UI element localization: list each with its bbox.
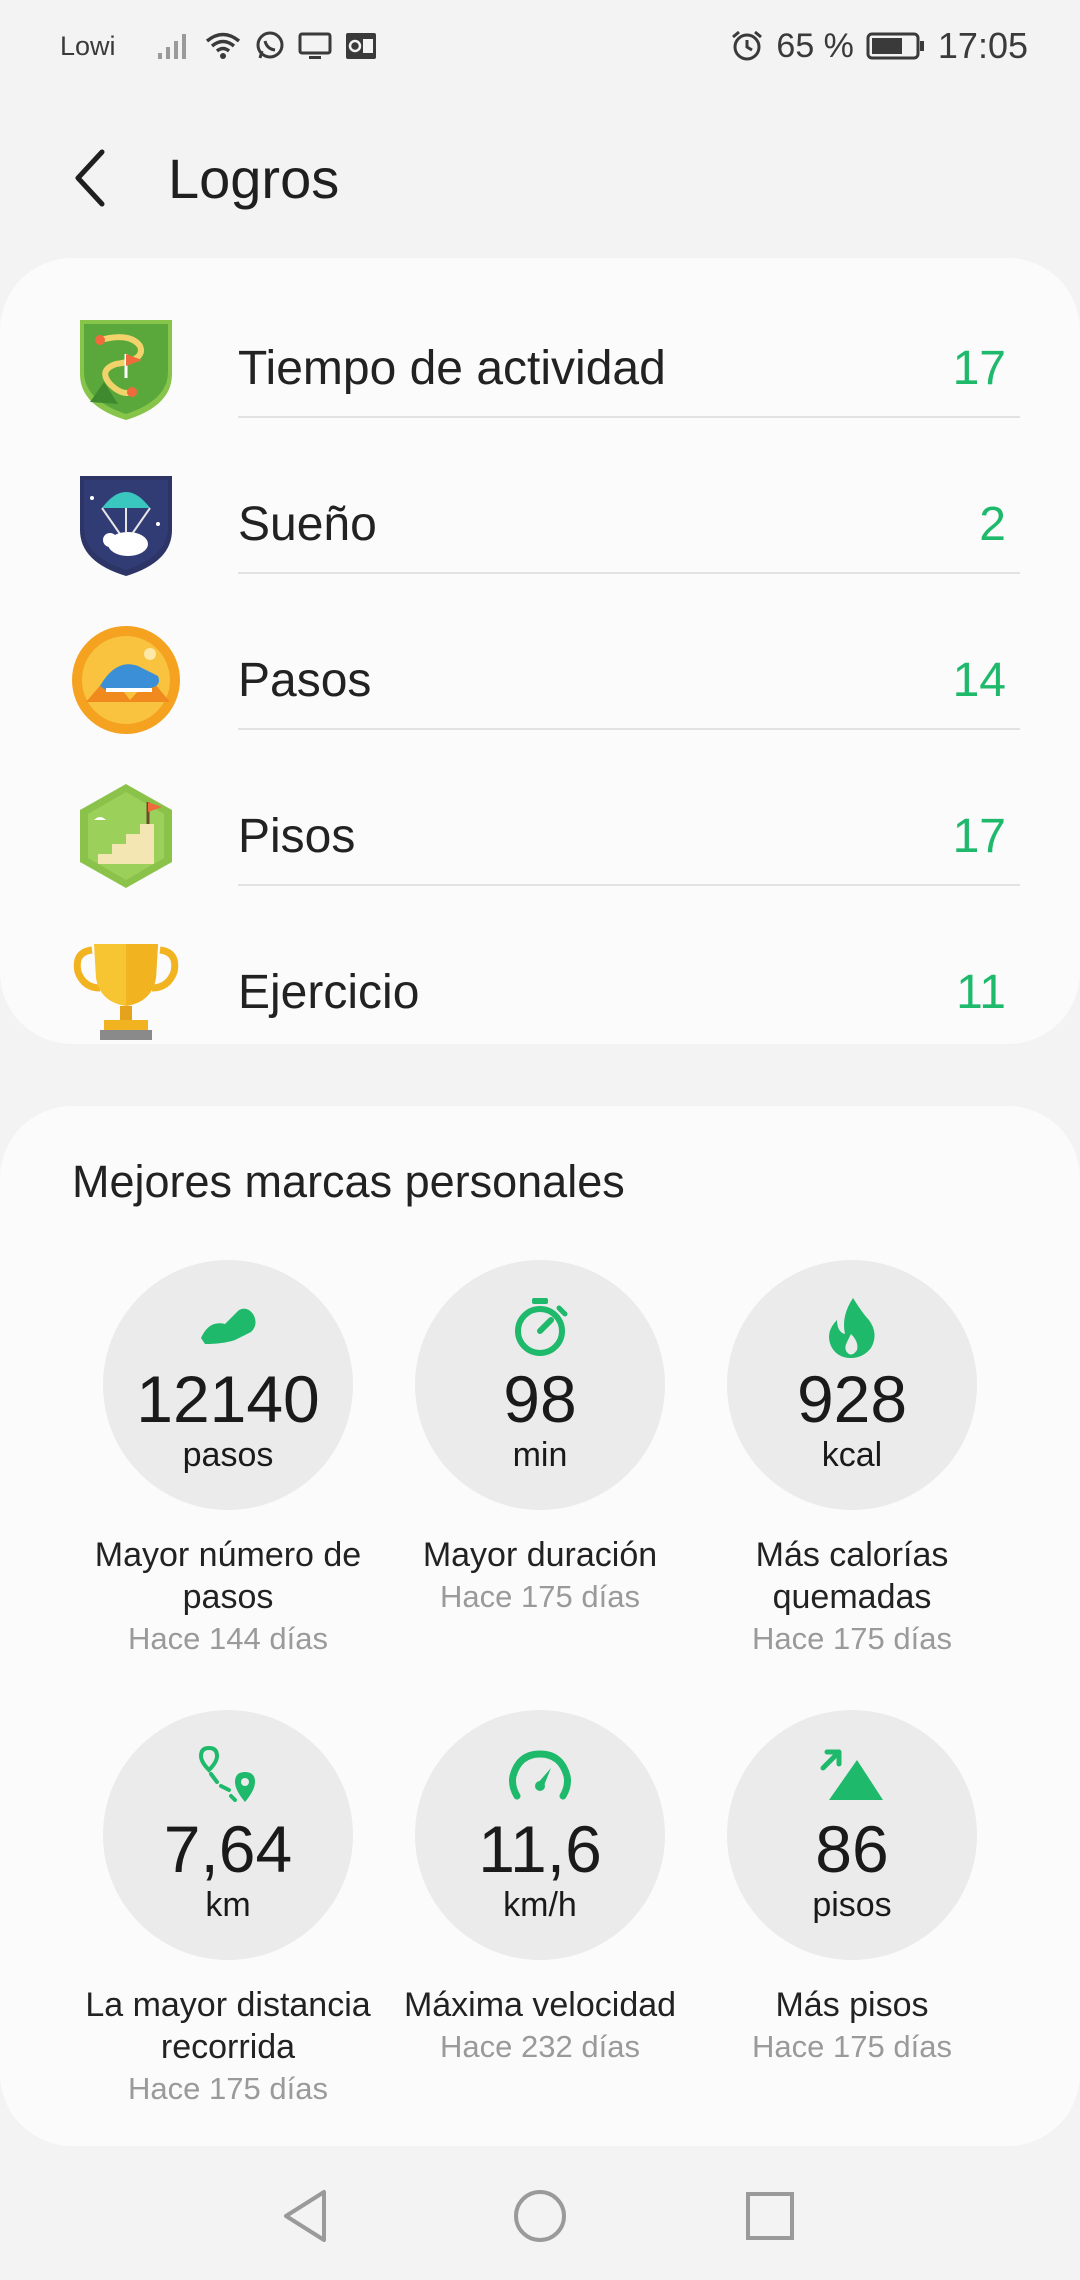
- activity-badge-icon: [70, 312, 182, 424]
- achievement-row-activity[interactable]: Tiempo de actividad 17: [0, 290, 1080, 446]
- best-label: Máxima velocidad: [403, 1986, 677, 2024]
- achievement-label: Ejercicio: [238, 965, 420, 1019]
- divider: [238, 728, 1020, 730]
- achievement-label: Pisos: [238, 809, 356, 863]
- steps-badge-icon: [70, 624, 182, 736]
- best-value: 928: [796, 1362, 908, 1436]
- best-date: Hace 175 días: [128, 2071, 328, 2106]
- status-bar: Lowi 65 % 17:05: [0, 0, 1080, 92]
- best-unit: kcal: [821, 1436, 883, 1474]
- header: Logros: [0, 128, 1080, 228]
- best-date: Hace 175 días: [752, 2029, 952, 2064]
- best-label: La mayor distancia recorrida: [85, 1986, 371, 2066]
- route-icon: [198, 1745, 255, 1802]
- whatsapp-icon: [254, 30, 286, 62]
- achievement-label: Pasos: [238, 653, 372, 707]
- best-circle: 98 min: [415, 1260, 665, 1510]
- best-circle: 12140 pasos: [103, 1260, 353, 1510]
- alarm-icon: [730, 29, 764, 63]
- best-value: 7,64: [163, 1812, 293, 1886]
- carrier-name: Lowi: [60, 30, 116, 61]
- best-distance[interactable]: 7,64 km La mayor distancia recorrida Hac…: [72, 1710, 384, 2110]
- navigation-bar: [0, 2146, 1080, 2280]
- wifi-icon: [204, 31, 242, 61]
- best-value: 12140: [136, 1362, 320, 1436]
- achievement-label: Sueño: [238, 497, 377, 551]
- best-date: Hace 175 días: [440, 1579, 640, 1614]
- best-label: Más calorías quemadas: [755, 1536, 949, 1616]
- achievements-screen: Lowi 65 % 17:05 Logros Tiempo de activid…: [0, 0, 1080, 2280]
- best-date: Hace 232 días: [440, 2029, 640, 2064]
- signal-icon: [156, 31, 192, 61]
- status-bar-right: 65 % 17:05: [730, 25, 1028, 67]
- best-circle: 928 kcal: [727, 1260, 977, 1510]
- back-button[interactable]: [62, 148, 122, 208]
- outlook-icon: [344, 31, 378, 61]
- nav-home-button[interactable]: [510, 2186, 570, 2246]
- divider: [238, 884, 1020, 886]
- flame-icon: [829, 1298, 875, 1358]
- sleep-badge-icon: [70, 468, 182, 580]
- best-duration[interactable]: 98 min Mayor duración Hace 175 días: [384, 1260, 696, 1618]
- best-unit: km: [205, 1886, 251, 1924]
- page-title: Logros: [168, 146, 340, 210]
- best-circle: 86 pisos: [727, 1710, 977, 1960]
- best-speed[interactable]: 11,6 km/h Máxima velocidad Hace 232 días: [384, 1710, 696, 2068]
- battery-percentage: 65 %: [776, 26, 854, 65]
- best-unit: km/h: [503, 1886, 577, 1924]
- achievements-card: Tiempo de actividad 17 Sueño 2 Pasos 14 …: [0, 258, 1080, 1044]
- divider: [238, 416, 1020, 418]
- speedometer-icon: [509, 1750, 571, 1800]
- nav-back-button[interactable]: [278, 2186, 338, 2246]
- achievement-count: 17: [952, 341, 1006, 395]
- back-triangle-icon: [284, 2190, 326, 2242]
- best-circle: 7,64 km: [103, 1710, 353, 1960]
- best-circle: 11,6 km/h: [415, 1710, 665, 1960]
- divider: [238, 572, 1020, 574]
- achievement-count: 2: [979, 497, 1006, 551]
- clock: 17:05: [937, 25, 1028, 66]
- achievement-count: 11: [956, 965, 1006, 1019]
- stopwatch-icon: [515, 1298, 568, 1356]
- best-date: Hace 175 días: [752, 1621, 952, 1656]
- achievement-row-sleep[interactable]: Sueño 2: [0, 446, 1080, 602]
- best-unit: pisos: [812, 1886, 892, 1924]
- best-label: Más pisos: [775, 1986, 929, 2024]
- achievement-row-steps[interactable]: Pasos 14: [0, 602, 1080, 758]
- achievement-label: Tiempo de actividad: [238, 341, 666, 395]
- home-circle-icon: [514, 2190, 566, 2242]
- recents-square-icon: [746, 2192, 794, 2240]
- screen-icon: [298, 31, 332, 61]
- nav-recents-button[interactable]: [740, 2186, 800, 2246]
- best-date: Hace 144 días: [128, 1621, 328, 1656]
- battery-icon: [866, 31, 926, 61]
- achievement-count: 17: [952, 809, 1006, 863]
- status-bar-left: Lowi: [60, 30, 378, 62]
- section-title: Mejores marcas personales: [72, 1156, 625, 1207]
- best-value: 86: [815, 1812, 889, 1886]
- best-label: Mayor duración: [422, 1536, 658, 1574]
- best-label: Mayor número de pasos: [94, 1536, 362, 1616]
- floors-badge-icon: [70, 780, 182, 892]
- best-unit: pasos: [182, 1436, 274, 1474]
- best-steps[interactable]: 12140 pasos Mayor número de pasos Hace 1…: [72, 1260, 384, 1660]
- achievement-row-floors[interactable]: Pisos 17: [0, 758, 1080, 914]
- trophy-icon: [70, 936, 182, 1048]
- achievement-count: 14: [952, 653, 1006, 707]
- back-arrow-icon: [75, 149, 105, 207]
- shoe-icon: [201, 1308, 256, 1344]
- achievement-row-exercise[interactable]: Ejercicio 11: [0, 914, 1080, 1070]
- best-unit: min: [512, 1436, 568, 1474]
- best-value: 11,6: [478, 1812, 602, 1886]
- best-floors[interactable]: 86 pisos Más pisos Hace 175 días: [696, 1710, 1008, 2068]
- best-calories[interactable]: 928 kcal Más calorías quemadas Hace 175 …: [696, 1260, 1008, 1660]
- best-value: 98: [503, 1362, 577, 1436]
- mountain-icon: [820, 1749, 883, 1800]
- personal-bests-card: Mejores marcas personales 12140 pasos Ma…: [0, 1106, 1080, 2146]
